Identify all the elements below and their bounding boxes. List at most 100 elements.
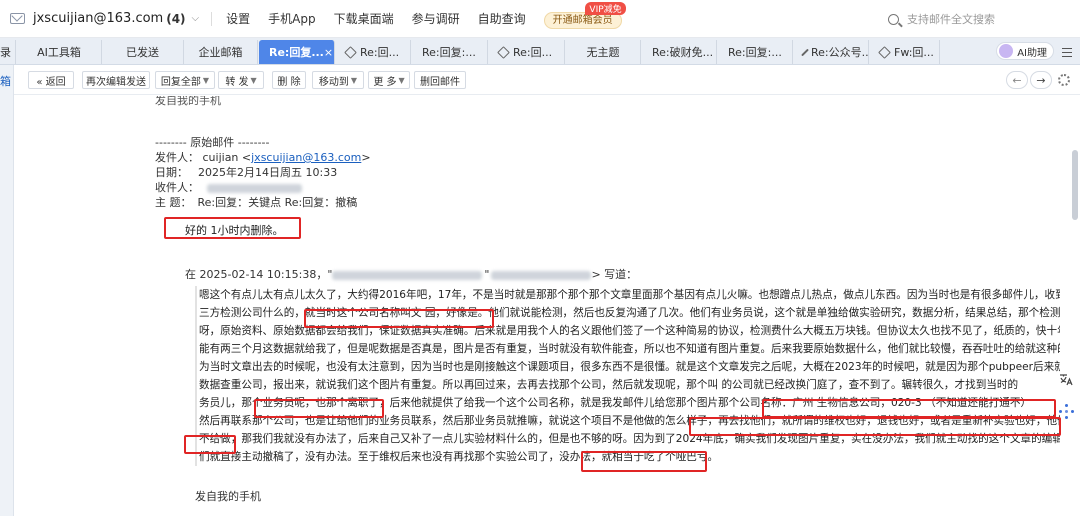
nav-survey[interactable]: 参与调研 bbox=[412, 10, 460, 27]
tab-mail[interactable]: Re:公众号... bbox=[794, 40, 869, 64]
chevron-down-icon: ▼ bbox=[202, 75, 210, 85]
next-mail-button[interactable]: → bbox=[1030, 71, 1052, 89]
from-email-link[interactable]: jxscuijian@163.com bbox=[251, 151, 361, 164]
left-sidebar-edge: 箱 bbox=[0, 65, 14, 516]
tab-label: Re:回复:... bbox=[422, 46, 476, 59]
gear-icon[interactable] bbox=[1058, 74, 1070, 86]
tab-label: 无主题 bbox=[586, 46, 620, 59]
original-header: -------- 原始邮件 -------- bbox=[155, 136, 270, 149]
ai-assistant-button[interactable]: AI助理 bbox=[996, 42, 1054, 60]
more-label: 更 多 bbox=[373, 76, 397, 88]
quote-prefix: 在 2025-02-14 10:15:38，" bbox=[185, 268, 333, 281]
nav-mobile-app[interactable]: 手机App bbox=[268, 10, 315, 27]
unread-count: (4) bbox=[166, 11, 186, 26]
signoff: 发自我的手机 bbox=[195, 490, 261, 503]
translate-icon[interactable] bbox=[1058, 372, 1074, 388]
forward-button[interactable]: 转 发 ▼ bbox=[218, 71, 264, 89]
ai-sparkle-icon[interactable] bbox=[1059, 404, 1075, 420]
quote-header: 在 2025-02-14 10:15:38，" " > 写道： bbox=[185, 268, 638, 281]
from-end: > bbox=[361, 151, 371, 164]
re-edit-button[interactable]: 再次编辑发送 bbox=[82, 71, 150, 89]
tab-mail[interactable]: Re:回... bbox=[489, 40, 565, 64]
tab-bar: 录 AI工具箱 已发送 企业邮箱 Re:回复... × Re:回... Re:回… bbox=[0, 38, 1080, 65]
tab-label: 录 bbox=[0, 46, 11, 59]
tab-mail[interactable]: Re:回复:... bbox=[718, 40, 793, 64]
date-value: 2025年2月14日周五 10:33 bbox=[198, 166, 338, 179]
from-label: 发件人： bbox=[155, 151, 199, 164]
quoted-line: 为当时文章出去的时候呢，也没有太注意到，因为当时也是刚接触这个课题项目，很多东西… bbox=[199, 361, 1060, 373]
ai-assistant-label: AI助理 bbox=[1017, 47, 1047, 59]
delete-button[interactable]: 删 除 bbox=[272, 71, 306, 89]
reply-all-label: 回复全部 bbox=[160, 76, 201, 88]
sidebar-label[interactable]: 箱 bbox=[0, 73, 11, 89]
mail-body: 发自我的手机 -------- 原始邮件 -------- 发件人： cuiji… bbox=[14, 96, 1072, 516]
highlight-box bbox=[689, 417, 1061, 436]
search-box[interactable]: 支持邮件全文搜索 bbox=[888, 8, 1068, 30]
tab-label: Re:回复... bbox=[269, 46, 324, 59]
subject-value: Re:回复：关键点 Re:回复：撤稿 bbox=[197, 196, 358, 209]
chevron-down-icon: ▼ bbox=[250, 75, 257, 85]
vip-promo[interactable]: 开通邮箱会员 VIP减免 bbox=[543, 2, 626, 29]
tab-mail[interactable]: Re:回... bbox=[336, 40, 411, 64]
tab-label: Re:回... bbox=[513, 46, 553, 59]
redacted-recipient bbox=[206, 183, 302, 193]
search-icon bbox=[888, 13, 899, 25]
tab-mail[interactable]: Re:破财免... bbox=[642, 40, 717, 64]
move-to-label: 移动到 bbox=[318, 76, 349, 88]
tab-mail[interactable]: Fw:回... bbox=[870, 40, 940, 64]
forward-label: 转 发 bbox=[225, 76, 249, 88]
scrollbar[interactable] bbox=[1072, 150, 1078, 220]
menu-icon[interactable] bbox=[1062, 48, 1072, 57]
tab-label: AI工具箱 bbox=[37, 46, 81, 59]
vip-badge: VIP减免 bbox=[585, 2, 626, 15]
prev-mail-button[interactable]: ← bbox=[1006, 71, 1028, 89]
from-name: cuijian < bbox=[202, 151, 252, 164]
subject-label: 主 题： bbox=[155, 196, 192, 209]
tab-mail[interactable]: Re:回复:... bbox=[412, 40, 488, 64]
account-switcher[interactable]: jxscuijian@163.com (4) ⌵ bbox=[10, 11, 199, 26]
quoted-line: 数据查重公司，报出来，就说我们这个图片有重复。所以再回过来，去再去找那个公司，然… bbox=[199, 379, 1019, 391]
nav-self-service[interactable]: 自助查询 bbox=[478, 10, 526, 27]
mail-icon bbox=[10, 13, 25, 24]
more-button[interactable]: 更 多 ▼ bbox=[368, 71, 410, 89]
quote-suffix: > 写道： bbox=[591, 268, 638, 281]
to-row: 收件人： bbox=[155, 181, 302, 195]
search-placeholder: 支持邮件全文搜索 bbox=[907, 13, 995, 26]
tab-label: Re:破财免... bbox=[652, 46, 714, 59]
back-button[interactable]: « 返回 bbox=[28, 71, 74, 89]
move-to-button[interactable]: 移动到 ▼ bbox=[312, 71, 364, 89]
from-row: 发件人： cuijian <jxscuijian@163.com> bbox=[155, 151, 371, 165]
ai-avatar-icon bbox=[999, 44, 1014, 58]
tab-ai-toolbox[interactable]: AI工具箱 bbox=[17, 40, 102, 64]
nav-download-desktop[interactable]: 下载桌面端 bbox=[334, 10, 394, 27]
highlight-box bbox=[762, 399, 1056, 418]
tab-sent[interactable]: 已发送 bbox=[102, 40, 184, 64]
tab-label: 企业邮箱 bbox=[198, 46, 243, 59]
nav-settings[interactable]: 设置 bbox=[226, 10, 250, 27]
chevron-down-icon: ▼ bbox=[350, 75, 358, 85]
date-label: 日期： bbox=[155, 166, 188, 179]
recall-mail-button[interactable]: 删回邮件 bbox=[414, 71, 466, 89]
edit-icon bbox=[801, 48, 809, 56]
to-label: 收件人： bbox=[155, 181, 199, 194]
tab-label: Re:公众号... bbox=[811, 46, 869, 59]
quoted-line: 能有两三个月这数据就给我了，但是呢数据是否真是，图片是否有重复，当时就没有软件能… bbox=[199, 343, 1060, 355]
tab-enterprise-mail[interactable]: 企业邮箱 bbox=[184, 40, 258, 64]
tab-mail[interactable]: 无主题 bbox=[566, 40, 641, 64]
chevron-down-icon[interactable]: ⌵ bbox=[192, 13, 200, 24]
top-nav: 设置 手机App 下载桌面端 参与调研 自助查询 bbox=[226, 10, 526, 27]
tab-current-mail[interactable]: Re:回复... × bbox=[259, 40, 335, 64]
quoted-line: 嗯这个有点儿太有点儿太久了，大约得2016年吧，17年，不是当时就是那那个那个那… bbox=[199, 289, 1060, 301]
reply-text: 好的 1小时内删除。 bbox=[185, 224, 284, 237]
tab-label: Re:回... bbox=[360, 46, 400, 59]
edit-icon bbox=[878, 45, 891, 59]
date-row: 日期： 2025年2月14日周五 10:33 bbox=[155, 166, 337, 180]
redacted-address bbox=[491, 270, 592, 280]
edit-icon bbox=[344, 45, 357, 59]
top-bar: jxscuijian@163.com (4) ⌵ 设置 手机App 下载桌面端 … bbox=[0, 0, 1080, 38]
divider bbox=[211, 11, 213, 26]
tab-inbox[interactable]: 录 bbox=[0, 40, 16, 64]
close-icon[interactable]: × bbox=[324, 46, 333, 59]
reply-all-button[interactable]: 回复全部 ▼ bbox=[155, 71, 215, 89]
edit-icon bbox=[497, 45, 510, 59]
